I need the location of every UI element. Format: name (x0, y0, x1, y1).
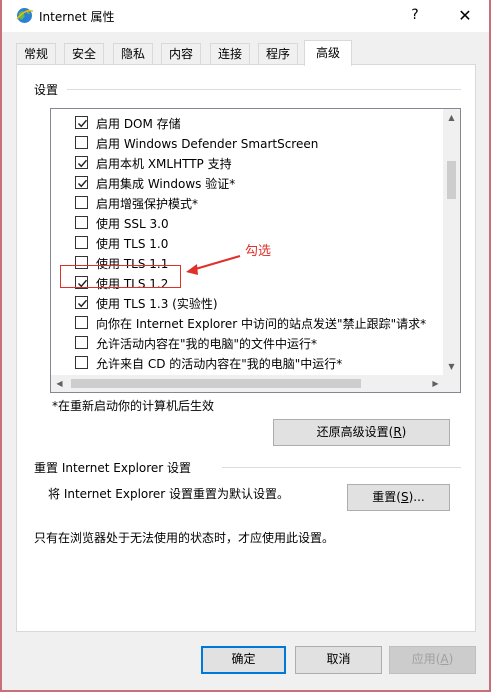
tab-programs[interactable]: 程序 (258, 43, 298, 65)
tab-content[interactable]: 内容 (161, 43, 201, 65)
scroll-down-icon[interactable]: ▼ (443, 358, 460, 375)
tab-advanced[interactable]: 高级 (304, 40, 352, 66)
setting-label: 启用集成 Windows 验证* (96, 177, 236, 191)
setting-label: 允许活动内容在"我的电脑"的文件中运行* (96, 337, 318, 351)
checkmark-icon (77, 179, 88, 188)
tab-general[interactable]: 常规 (16, 43, 56, 65)
setting-checkbox[interactable] (75, 156, 88, 169)
setting-label: 使用 TLS 1.0 (96, 237, 169, 251)
advanced-tab-panel: 设置 启用 DOM 存储启用 Windows Defender SmartScr… (16, 64, 476, 632)
scroll-left-icon[interactable]: ◀ (51, 375, 68, 392)
restore-advanced-settings-button[interactable]: 还原高级设置(R) (273, 419, 450, 446)
setting-checkbox[interactable] (75, 356, 88, 369)
scrollbar-corner (443, 375, 460, 392)
horizontal-scrollbar[interactable]: ◀ ▶ (51, 375, 444, 392)
annotation-highlight-box (60, 265, 181, 288)
setting-checkbox[interactable] (75, 216, 88, 229)
cancel-button[interactable]: 取消 (295, 646, 382, 674)
restart-note: *在重新启动你的计算机后生效 (52, 399, 215, 413)
setting-checkbox[interactable] (75, 116, 88, 129)
apply-button[interactable]: 应用(A) (389, 646, 476, 674)
internet-properties-window: Internet 属性 ? ✕ 常规 安全 隐私 内容 连接 程序 高级 设置 … (2, 0, 489, 690)
setting-label: 使用 TLS 1.3 (实验性) (96, 297, 218, 311)
ok-button[interactable]: 确定 (201, 646, 286, 674)
horizontal-scroll-thumb[interactable] (71, 379, 361, 388)
checkmark-icon (77, 119, 88, 128)
annotation-arrow-icon (186, 255, 241, 275)
setting-checkbox[interactable] (75, 236, 88, 249)
checkmark-icon (77, 159, 88, 168)
setting-checkbox[interactable] (75, 196, 88, 209)
internet-globe-icon (16, 8, 33, 23)
reset-note: 只有在浏览器处于无法使用的状态时，才应使用此设置。 (34, 531, 335, 545)
reset-description: 将 Internet Explorer 设置重置为默认设置。 (48, 487, 290, 501)
setting-checkbox[interactable] (75, 296, 88, 309)
annotation-label: 勾选 (245, 244, 272, 259)
close-button[interactable]: ✕ (442, 0, 488, 32)
setting-label: 启用 DOM 存储 (96, 117, 181, 131)
checkmark-icon (77, 299, 88, 308)
setting-label: 启用增强保护模式* (96, 197, 199, 211)
setting-checkbox[interactable] (75, 136, 88, 149)
tab-connections[interactable]: 连接 (210, 43, 250, 65)
setting-label: 允许来自 CD 的活动内容在"我的电脑"中运行* (96, 357, 343, 371)
setting-checkbox[interactable] (75, 176, 88, 189)
scroll-up-icon[interactable]: ▲ (443, 109, 460, 126)
setting-label: 使用 SSL 3.0 (96, 217, 169, 231)
reset-group-label: 重置 Internet Explorer 设置 (34, 461, 192, 475)
settings-group-divider (67, 89, 461, 90)
title-bar[interactable]: Internet 属性 ? ✕ (2, 0, 489, 32)
vertical-scroll-thumb[interactable] (447, 161, 456, 199)
window-title: Internet 属性 (39, 10, 115, 24)
setting-checkbox[interactable] (75, 316, 88, 329)
setting-label: 启用本机 XMLHTTP 支持 (96, 157, 232, 171)
reset-button[interactable]: 重置(S)... (347, 484, 450, 511)
help-button[interactable]: ? (392, 0, 438, 32)
setting-checkbox[interactable] (75, 336, 88, 349)
reset-group-divider (222, 467, 461, 468)
settings-group-label: 设置 (34, 83, 59, 97)
vertical-scrollbar[interactable]: ▲ ▼ (443, 109, 460, 375)
tab-privacy[interactable]: 隐私 (113, 43, 153, 65)
tab-security[interactable]: 安全 (64, 43, 104, 65)
scroll-right-icon[interactable]: ▶ (427, 375, 444, 392)
setting-label: 启用 Windows Defender SmartScreen (96, 137, 319, 151)
setting-label: 向你在 Internet Explorer 中访问的站点发送"禁止跟踪"请求* (96, 317, 427, 331)
